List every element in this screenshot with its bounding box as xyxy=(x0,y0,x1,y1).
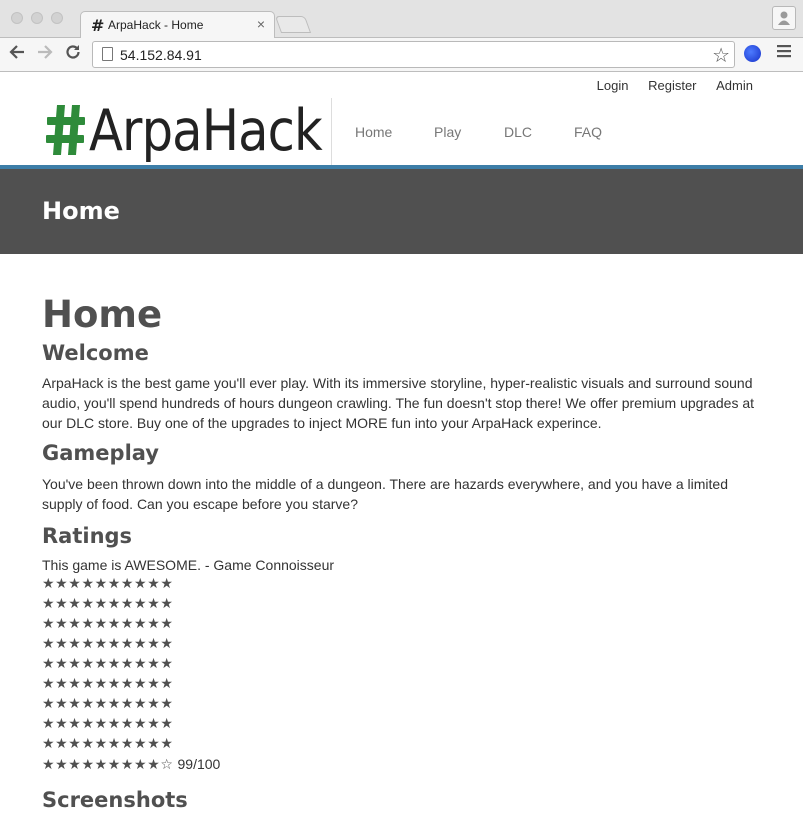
bookmark-star-icon[interactable]: ☆ xyxy=(712,43,730,67)
star-row: ★★★★★★★★★★ xyxy=(42,616,174,632)
page-title: Home xyxy=(42,293,163,336)
new-tab-button[interactable] xyxy=(274,16,312,33)
forward-icon[interactable] xyxy=(36,43,54,67)
star-row: ★★★★★★★★★★ xyxy=(42,636,174,652)
star-row-last: ★★★★★★★★★☆ 99/100 xyxy=(42,754,772,775)
nav-faq[interactable]: FAQ xyxy=(574,124,602,140)
gameplay-text: You've been thrown down into the middle … xyxy=(42,476,729,512)
account-links: Login Register Admin xyxy=(581,78,753,93)
banner-title: Home xyxy=(42,197,120,225)
star-rating-list: ★★★★★★★★★★ ★★★★★★★★★★ ★★★★★★★★★★ ★★★★★★★… xyxy=(42,574,772,775)
close-window-button[interactable] xyxy=(11,12,23,24)
rating-score: 99/100 xyxy=(177,756,221,772)
browser-tab[interactable]: # ArpaHack - Home × xyxy=(80,11,275,39)
ratings-heading: Ratings xyxy=(42,524,133,548)
star-row: ★★★★★★★★★★ xyxy=(42,736,174,752)
extension-icon[interactable] xyxy=(744,45,761,62)
nav-home[interactable]: Home xyxy=(355,124,434,140)
logo-wordmark[interactable]: ArpaHack xyxy=(89,96,323,166)
register-link[interactable]: Register xyxy=(648,78,696,93)
tab-strip: # ArpaHack - Home × xyxy=(0,0,803,39)
menu-icon[interactable] xyxy=(777,43,791,64)
star-row-stars: ★★★★★★★★★☆ xyxy=(42,757,174,773)
tab-title: ArpaHack - Home xyxy=(108,18,204,32)
browser-chrome: # ArpaHack - Home × 54.152.84.91 ☆ xyxy=(0,0,803,72)
star-row: ★★★★★★★★★★ xyxy=(42,656,174,672)
star-row: ★★★★★★★★★★ xyxy=(42,576,174,592)
url-text[interactable]: 54.152.84.91 xyxy=(120,47,202,63)
favicon-hash-icon: # xyxy=(91,16,105,35)
zoom-window-button[interactable] xyxy=(51,12,63,24)
nav-play[interactable]: Play xyxy=(434,124,504,140)
address-bar[interactable]: 54.152.84.91 ☆ xyxy=(92,41,735,68)
welcome-heading: Welcome xyxy=(42,341,149,365)
browser-toolbar: 54.152.84.91 ☆ xyxy=(0,38,803,71)
main-content: Home Welcome ArpaHack is the best game y… xyxy=(42,293,772,813)
gameplay-heading: Gameplay xyxy=(42,441,159,465)
back-icon[interactable] xyxy=(8,43,26,67)
logo-hash-icon[interactable] xyxy=(46,102,86,163)
page-banner: Home xyxy=(0,169,803,254)
screenshots-heading: Screenshots xyxy=(42,788,188,812)
star-row: ★★★★★★★★★★ xyxy=(42,696,174,712)
tab-close-icon[interactable]: × xyxy=(257,16,265,32)
nav-dlc[interactable]: DLC xyxy=(504,124,574,140)
welcome-text: ArpaHack is the best game you'll ever pl… xyxy=(42,375,755,431)
profile-icon[interactable] xyxy=(772,6,796,30)
star-row: ★★★★★★★★★★ xyxy=(42,716,174,732)
nav-divider xyxy=(331,98,332,165)
admin-link[interactable]: Admin xyxy=(716,78,753,93)
star-row: ★★★★★★★★★★ xyxy=(42,676,174,692)
reload-icon[interactable] xyxy=(64,43,82,67)
rating-quote: This game is AWESOME. - Game Connoisseur xyxy=(42,557,335,573)
login-link[interactable]: Login xyxy=(597,78,629,93)
star-row: ★★★★★★★★★★ xyxy=(42,596,174,612)
minimize-window-button[interactable] xyxy=(31,12,43,24)
page-icon xyxy=(102,47,113,61)
main-nav: Home Play DLC FAQ xyxy=(355,124,602,140)
